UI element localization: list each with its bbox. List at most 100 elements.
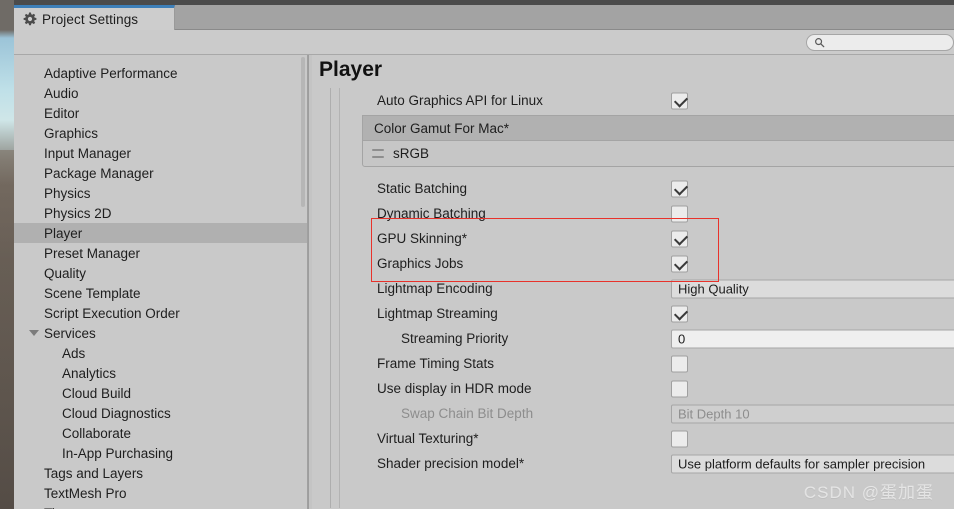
tab-label: Project Settings (42, 11, 139, 27)
property-field-auto-graphics-api-for-linux (671, 92, 688, 109)
property-label-graphics-jobs: Graphics Jobs (377, 256, 464, 271)
sidebar-item-graphics[interactable]: Graphics (14, 123, 307, 143)
sidebar-item-adaptive-performance[interactable]: Adaptive Performance (14, 63, 307, 83)
property-field-shader-precision-model: Use platform defaults for sampler precis… (671, 454, 954, 473)
sidebar-item-scene-template[interactable]: Scene Template (14, 283, 307, 303)
property-field-virtual-texturing (671, 430, 688, 447)
sidebar-item-audio[interactable]: Audio (14, 83, 307, 103)
property-row-swap-chain-bit-depth: Swap Chain Bit Depth Bit Depth 10 (341, 401, 954, 426)
sidebar-item-cloud-build[interactable]: Cloud Build (14, 383, 307, 403)
sidebar-item-label: In-App Purchasing (62, 445, 174, 461)
row-group-rest: GPU Skinning* Graphics Jobs Lightmap Encod… (341, 226, 954, 476)
sidebar-item-label: Physics 2D (44, 205, 112, 221)
search-input[interactable] (829, 36, 939, 49)
sidebar-item-time[interactable]: Time (14, 503, 307, 509)
sidebar-item-label: Physics (44, 185, 91, 201)
property-field-swap-chain-bit-depth: Bit Depth 10 (671, 404, 954, 423)
sidebar-item-label: TextMesh Pro (44, 485, 127, 501)
sidebar-item-label: Tags and Layers (44, 465, 144, 481)
row-group-batching: Static Batching Dynamic Batching (341, 176, 954, 226)
player-settings-panel: Player Auto Graphics API for Linux Color… (312, 55, 954, 509)
checkbox-gpu-skinning[interactable] (671, 230, 688, 247)
property-field-graphics-jobs (671, 255, 688, 272)
sidebar-item-package-manager[interactable]: Package Manager (14, 163, 307, 183)
property-row-auto-graphics-api-for-linux: Auto Graphics API for Linux (341, 88, 954, 113)
property-field-static-batching (671, 180, 688, 197)
sidebar-item-textmesh-pro[interactable]: TextMesh Pro (14, 483, 307, 503)
property-label-lightmap-streaming: Lightmap Streaming (377, 306, 498, 321)
checkbox-dynamic-batching[interactable] (671, 205, 688, 222)
color-gamut-item-label: sRGB (393, 146, 430, 161)
settings-sidebar[interactable]: Adaptive Performance Audio Editor Graphics I… (14, 55, 308, 509)
sidebar-item-editor[interactable]: Editor (14, 103, 307, 123)
textfield-streaming-priority[interactable]: 0 (671, 329, 954, 348)
chevron-down-icon[interactable] (29, 330, 39, 336)
sidebar-item-script-execution-order[interactable]: Script Execution Order (14, 303, 307, 323)
sidebar-item-services[interactable]: Services (14, 323, 307, 343)
checkbox-virtual-texturing[interactable] (671, 430, 688, 447)
property-label-streaming-priority: Streaming Priority (401, 331, 509, 346)
sidebar-item-label: Collaborate (62, 425, 132, 441)
unity-editor-window: Project Settings Adaptive Performance Aud… (0, 0, 954, 509)
color-gamut-list-item[interactable]: sRGB (362, 140, 954, 167)
sidebar-item-tags-and-layers[interactable]: Tags and Layers (14, 463, 307, 483)
property-field-lightmap-encoding: High Quality (671, 279, 954, 298)
property-label-frame-timing-stats: Frame Timing Stats (377, 356, 495, 371)
property-row-gpu-skinning: GPU Skinning* (341, 226, 954, 251)
drag-handle-icon[interactable] (372, 149, 384, 158)
tab-project-settings[interactable]: Project Settings (14, 5, 175, 30)
sidebar-item-label: Audio (44, 85, 79, 101)
property-row-lightmap-streaming: Lightmap Streaming (341, 301, 954, 326)
sidebar-item-preset-manager[interactable]: Preset Manager (14, 243, 307, 263)
search-icon (815, 38, 825, 48)
sidebar-item-input-manager[interactable]: Input Manager (14, 143, 307, 163)
sidebar-item-physics[interactable]: Physics (14, 183, 307, 203)
sidebar-scrollbar-thumb[interactable] (301, 57, 305, 207)
sidebar-item-collaborate[interactable]: Collaborate (14, 423, 307, 443)
sidebar-item-label: Adaptive Performance (44, 65, 178, 81)
sidebar-item-label: Editor (44, 105, 80, 121)
dropdown-lightmap-encoding[interactable]: High Quality (671, 279, 954, 298)
property-field-use-display-in-hdr-mode (671, 380, 688, 397)
dropdown-swap-chain-bit-depth: Bit Depth 10 (671, 404, 954, 423)
sidebar-item-label: Input Manager (44, 145, 132, 161)
sidebar-item-cloud-diagnostics[interactable]: Cloud Diagnostics (14, 403, 307, 423)
checkbox-graphics-jobs[interactable] (671, 255, 688, 272)
gear-icon (23, 12, 37, 26)
sidebar-item-player[interactable]: Player (14, 223, 307, 243)
scene-view-background-strip (0, 0, 14, 509)
checkbox-auto-graphics-api-for-linux[interactable] (671, 92, 688, 109)
sidebar-item-label: Time (44, 506, 74, 509)
inspector-content: Auto Graphics API for Linux Color Gamut … (339, 88, 954, 508)
row-group-top: Auto Graphics API for Linux (341, 88, 954, 113)
inspector-body: Auto Graphics API for Linux Color Gamut … (330, 88, 954, 508)
sidebar-item-label: Package Manager (44, 165, 154, 181)
sidebar-item-label: Cloud Diagnostics (62, 405, 171, 421)
sidebar-item-ads[interactable]: Ads (14, 343, 307, 363)
search-box[interactable] (806, 34, 954, 51)
sidebar-item-label: Quality (44, 265, 87, 281)
property-field-frame-timing-stats (671, 355, 688, 372)
dropdown-shader-precision-model[interactable]: Use platform defaults for sampler precis… (671, 454, 954, 473)
property-row-virtual-texturing: Virtual Texturing* (341, 426, 954, 451)
checkbox-lightmap-streaming[interactable] (671, 305, 688, 322)
checkbox-use-display-in-hdr-mode[interactable] (671, 380, 688, 397)
page-title: Player (319, 58, 383, 81)
sidebar-item-quality[interactable]: Quality (14, 263, 307, 283)
sidebar-item-label: Preset Manager (44, 245, 141, 261)
sidebar-item-in-app-purchasing[interactable]: In-App Purchasing (14, 443, 307, 463)
property-row-streaming-priority: Streaming Priority 0 (341, 326, 954, 351)
property-row-use-display-in-hdr-mode: Use display in HDR mode (341, 376, 954, 401)
property-row-frame-timing-stats: Frame Timing Stats (341, 351, 954, 376)
sidebar-item-analytics[interactable]: Analytics (14, 363, 307, 383)
sidebar-item-physics-2d[interactable]: Physics 2D (14, 203, 307, 223)
sidebar-item-label: Scene Template (44, 285, 141, 301)
checkbox-static-batching[interactable] (671, 180, 688, 197)
tab-bar: Project Settings (14, 5, 954, 30)
property-row-shader-precision-model: Shader precision model* Use platform defa… (341, 451, 954, 476)
property-label-auto-graphics-api-for-linux: Auto Graphics API for Linux (377, 93, 543, 108)
checkbox-frame-timing-stats[interactable] (671, 355, 688, 372)
property-label-static-batching: Static Batching (377, 181, 468, 196)
property-label-dynamic-batching: Dynamic Batching (377, 206, 486, 221)
sidebar-item-label: Services (44, 325, 96, 341)
